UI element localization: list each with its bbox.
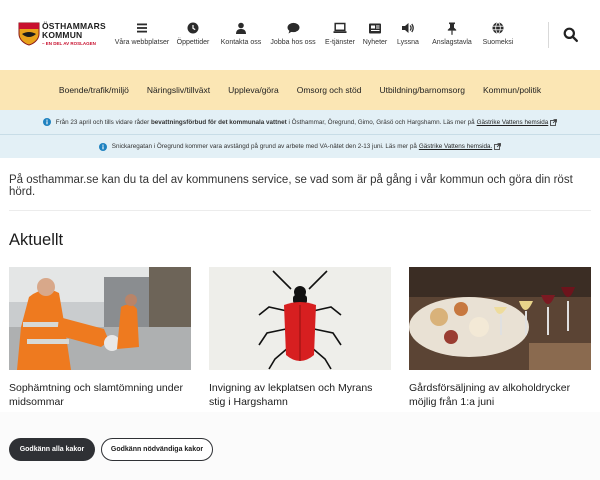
news-card-lekplatsen[interactable]: Invigning av lekplatsen och Myrans stig … xyxy=(209,267,391,409)
section-title-aktuellt: Aktuellt xyxy=(9,231,64,249)
nav-boende-trafik-miljo[interactable]: Boende/trafik/miljö xyxy=(50,85,138,95)
news-image-beetle xyxy=(209,267,391,370)
nav-uppleva-gora[interactable]: Uppleva/göra xyxy=(219,85,288,95)
info-icon xyxy=(42,118,51,126)
alert-link-gastrike-vatten-2[interactable]: Gästrike Vattens hemsida. xyxy=(419,143,492,150)
section-divider xyxy=(9,210,591,211)
person-icon xyxy=(236,22,246,34)
globe-icon xyxy=(492,22,504,34)
topnav-kontakta-oss[interactable]: Kontakta oss xyxy=(216,20,266,52)
external-link-icon xyxy=(494,143,502,150)
speaker-icon xyxy=(402,23,414,33)
news-image-worker xyxy=(9,267,191,370)
cookie-banner: Godkänn alla kakor Godkänn nödvändiga ka… xyxy=(0,412,600,480)
site-header: ÖSTHAMMARS KOMMUN – EN DEL AV ROSLAGEN V… xyxy=(0,0,600,70)
logo-name: ÖSTHAMMARS KOMMUN xyxy=(42,21,106,40)
topnav-e-tjanster[interactable]: E-tjänster xyxy=(320,20,360,52)
top-navigation: Våra webbplatser Öppettider Kontakta oss… xyxy=(114,20,518,52)
main-navigation: Boende/trafik/miljö Näringsliv/tillväxt … xyxy=(0,70,600,110)
alert-watering-ban: Från 23 april och tills vidare råder bev… xyxy=(0,110,600,135)
search-icon xyxy=(563,27,579,43)
coat-of-arms-icon xyxy=(18,22,40,46)
topnav-jobba-hos-oss[interactable]: Jobba hos oss xyxy=(266,20,320,52)
nav-naringsliv-tillvaxt[interactable]: Näringsliv/tillväxt xyxy=(138,85,219,95)
news-title: Gårdsförsäljning av alkoholdrycker möjli… xyxy=(409,382,571,408)
chat-icon xyxy=(287,22,299,34)
header-divider xyxy=(548,22,549,48)
topnav-oppettider[interactable]: Öppettider xyxy=(170,20,216,52)
alert-link-gastrike-vatten[interactable]: Gästrike Vattens hemsida xyxy=(477,119,549,126)
laptop-icon xyxy=(333,22,347,33)
clock-icon xyxy=(187,22,199,34)
accept-all-cookies-button[interactable]: Godkänn alla kakor xyxy=(9,438,95,461)
topnav-anslagstavla[interactable]: Anslagstavla xyxy=(426,20,478,52)
logo-tagline: – EN DEL AV ROSLAGEN xyxy=(42,41,96,46)
intro-text: På osthammar.se kan du ta del av kommune… xyxy=(9,174,573,198)
topnav-vara-webbplatser[interactable]: Våra webbplatser xyxy=(114,20,170,52)
news-title: Invigning av lekplatsen och Myrans stig … xyxy=(209,382,373,408)
topnav-lyssna[interactable]: Lyssna xyxy=(390,20,426,52)
alert-snickaregatan: Snickaregatan i Öregrund kommer vara avs… xyxy=(0,135,600,158)
topnav-suomeksi[interactable]: Suomeksi xyxy=(478,20,518,52)
search-button[interactable] xyxy=(562,26,580,44)
newspaper-icon xyxy=(369,23,381,33)
info-icon xyxy=(98,142,107,151)
news-card-gardsforsaljning[interactable]: Gårdsförsäljning av alkoholdrycker möjli… xyxy=(409,267,591,409)
news-image-wine xyxy=(409,267,591,370)
site-logo[interactable]: ÖSTHAMMARS KOMMUN – EN DEL AV ROSLAGEN xyxy=(18,22,106,48)
nav-utbildning-barnomsorg[interactable]: Utbildning/barnomsorg xyxy=(370,85,474,95)
nav-kommun-politik[interactable]: Kommun/politik xyxy=(474,85,550,95)
menu-icon xyxy=(137,23,147,33)
topnav-nyheter[interactable]: Nyheter xyxy=(360,20,390,52)
external-link-icon xyxy=(550,118,558,126)
pin-icon xyxy=(447,22,457,35)
nav-omsorg-och-stod[interactable]: Omsorg och stöd xyxy=(288,85,371,95)
news-title: Sophämtning och slamtömning under midsom… xyxy=(9,382,183,408)
accept-necessary-cookies-button[interactable]: Godkänn nödvändiga kakor xyxy=(101,438,213,461)
news-card-sophamtning[interactable]: Sophämtning och slamtömning under midsom… xyxy=(9,267,191,409)
